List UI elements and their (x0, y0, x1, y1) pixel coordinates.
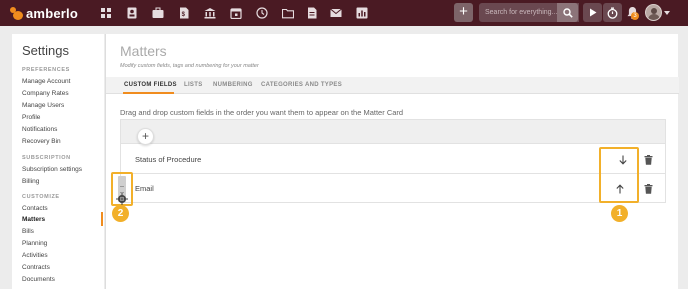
main-content: Matters Modify custom fields, tags and n… (105, 34, 679, 289)
chevron-down-icon[interactable] (664, 11, 670, 15)
sidebar-item-manage-account[interactable]: Manage Account (22, 78, 70, 85)
custom-field-row[interactable]: Email (121, 174, 665, 203)
sidebar-item-documents[interactable]: Documents (22, 276, 55, 283)
sidebar-item-bills[interactable]: Bills (22, 228, 34, 235)
stopwatch-icon (607, 7, 618, 19)
active-item-indicator (101, 212, 103, 226)
stopwatch-button[interactable] (603, 3, 622, 22)
custom-fields-list: + Status of Procedure Email (120, 119, 666, 203)
sidebar-title: Settings (22, 43, 69, 58)
time-icon[interactable] (255, 6, 268, 19)
custom-field-row[interactable]: Status of Procedure (121, 145, 665, 174)
active-tab-underline (123, 92, 174, 94)
bank-icon[interactable] (203, 6, 216, 19)
settings-sidebar: Settings PREFERENCES Manage Account Comp… (12, 34, 104, 289)
logo-mark-icon (10, 6, 23, 20)
tab-categories-and-types[interactable]: CATEGORIES AND TYPES (261, 82, 342, 88)
sidebar-item-subscription-settings[interactable]: Subscription settings (22, 166, 82, 173)
sidebar-item-activities[interactable]: Activities (22, 252, 48, 259)
user-avatar[interactable] (645, 4, 662, 21)
amberlo-logo[interactable]: amberlo (10, 5, 78, 21)
page-subtitle: Modify custom fields, tags and numbering… (120, 63, 259, 69)
move-cursor-icon (116, 193, 128, 205)
sidebar-item-company-rates[interactable]: Company Rates (22, 90, 69, 97)
sidebar-item-notifications[interactable]: Notifications (22, 126, 57, 133)
sidebar-item-contacts[interactable]: Contacts (22, 205, 48, 212)
quick-add-button[interactable]: + (454, 3, 473, 22)
mail-icon[interactable] (329, 6, 342, 19)
tab-lists[interactable]: LISTS (184, 82, 203, 88)
tab-custom-fields[interactable]: CUSTOM FIELDS (124, 82, 177, 88)
brand-name: amberlo (26, 5, 78, 21)
sidebar-item-contracts[interactable]: Contracts (22, 264, 50, 271)
search-button[interactable] (557, 3, 578, 22)
add-field-row: + (121, 120, 665, 145)
notification-count-badge: 3 (631, 12, 639, 20)
contacts-icon[interactable] (125, 6, 138, 19)
sidebar-item-planning[interactable]: Planning (22, 240, 47, 247)
trash-icon[interactable] (644, 155, 653, 165)
drag-drop-instruction: Drag and drop custom fields in the order… (120, 108, 404, 117)
callout-number-2: 2 (112, 205, 129, 222)
reports-icon[interactable] (305, 6, 318, 19)
sidebar-item-billing[interactable]: Billing (22, 178, 39, 185)
play-icon (589, 8, 596, 17)
documents-icon[interactable]: $ (177, 6, 190, 19)
sidebar-item-matters[interactable]: Matters (22, 216, 45, 223)
analytics-icon[interactable] (355, 6, 368, 19)
sidebar-item-manage-users[interactable]: Manage Users (22, 102, 64, 109)
field-label-email: Email (135, 184, 154, 193)
search-icon (562, 7, 573, 18)
arrow-buttons-highlight (599, 147, 639, 203)
sidebar-section-customize: CUSTOMIZE (22, 194, 60, 200)
folder-icon[interactable] (281, 6, 294, 19)
sidebar-section-preferences: PREFERENCES (22, 67, 70, 73)
dashboard-icon[interactable] (99, 6, 112, 19)
field-label-status-of-procedure: Status of Procedure (135, 155, 202, 164)
settings-tabs: CUSTOM FIELDS LISTS NUMBERING CATEGORIES… (106, 77, 679, 94)
calendar-icon[interactable] (229, 6, 242, 19)
top-bar: amberlo $ + Search for everything... 3 (0, 0, 688, 26)
callout-number-1: 1 (611, 205, 628, 222)
add-field-button[interactable]: + (137, 128, 154, 145)
sidebar-item-recovery-bin[interactable]: Recovery Bin (22, 138, 61, 145)
trash-icon[interactable] (644, 184, 653, 194)
matters-briefcase-icon[interactable] (151, 6, 164, 19)
sidebar-item-profile[interactable]: Profile (22, 114, 40, 121)
tab-numbering[interactable]: NUMBERING (213, 82, 253, 88)
sidebar-section-subscription: SUBSCRIPTION (22, 155, 71, 161)
play-timer-button[interactable] (583, 3, 602, 22)
page-title: Matters (120, 43, 167, 59)
